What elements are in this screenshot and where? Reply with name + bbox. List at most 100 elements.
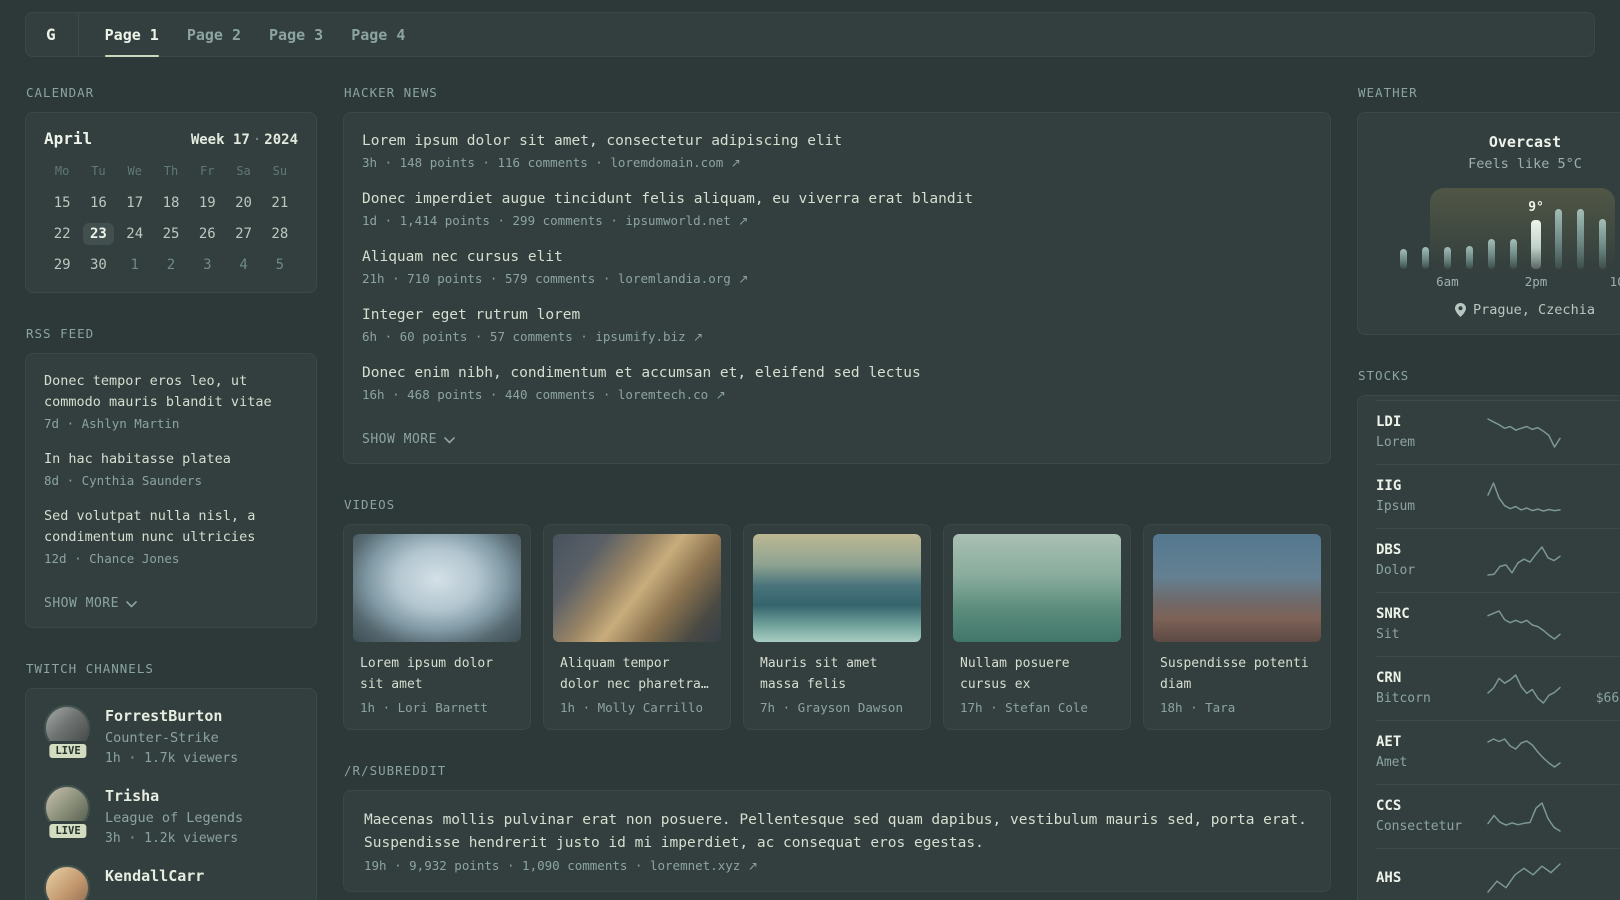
- weather-widget: Overcast Feels like 5°C 6am 9° 2pm 1 Pra…: [1357, 112, 1620, 335]
- hacker-news-list: Lorem ipsum dolor sit amet, consectetur …: [362, 130, 1312, 405]
- calendar-day: 2: [153, 249, 189, 280]
- hacker-news-item-stats: 1d · 1,414 points · 299 comments ·: [362, 213, 618, 228]
- hacker-news-item-domain[interactable]: loremdomain.com: [610, 155, 723, 170]
- hacker-news-show-more-button[interactable]: SHOW MORE: [362, 432, 455, 447]
- video-thumbnail[interactable]: [753, 534, 921, 642]
- rss-item-title[interactable]: Sed volutpat nulla nisl, a condimentum n…: [44, 506, 298, 548]
- hacker-news-item-title[interactable]: Integer eget rutrum lorem: [362, 304, 1312, 326]
- hacker-news-item-stats: 6h · 60 points · 57 comments ·: [362, 329, 588, 344]
- stock-name: Consectetur: [1376, 819, 1463, 834]
- calendar-day: 16: [80, 187, 116, 218]
- twitch-avatar-wrap[interactable]: LIVE: [44, 785, 92, 841]
- hacker-news-item: Lorem ipsum dolor sit amet, consectetur …: [362, 130, 1312, 173]
- external-link-icon: ↗: [747, 859, 758, 873]
- hacker-news-item-domain[interactable]: loremtech.co: [618, 387, 708, 402]
- twitch-avatar-wrap[interactable]: LIVE: [44, 865, 92, 900]
- calendar-day: 3: [189, 249, 225, 280]
- video-thumbnail[interactable]: [553, 534, 721, 642]
- calendar-day: 17: [117, 187, 153, 218]
- weather-hour-slot: [1460, 226, 1480, 290]
- calendar-year: 2024: [264, 132, 298, 148]
- weather-temp-bar: [1466, 246, 1474, 269]
- left-column: CALENDAR April Week 17 · 2024 Mo Tu We Th Fr Sa…: [25, 85, 317, 900]
- weather-time-label: 10pm: [1609, 274, 1620, 289]
- calendar-day-number: 1: [130, 256, 139, 273]
- stock-name: Ipsum: [1376, 499, 1416, 514]
- twitch-avatar-wrap[interactable]: LIVE: [44, 705, 92, 761]
- rss-item-title[interactable]: In hac habitasse platea: [44, 449, 298, 470]
- hacker-news-item-title[interactable]: Aliquam nec cursus elit: [362, 246, 1312, 268]
- stock-identity: LDI Lorem: [1376, 412, 1474, 453]
- rss-item-title[interactable]: Donec tempor eros leo, ut commodo mauris…: [44, 371, 298, 413]
- weather-hour-slot: 6am: [1436, 227, 1459, 290]
- video-meta: 17h · Stefan Cole: [960, 700, 1088, 715]
- hacker-news-item-title[interactable]: Donec enim nibh, condimentum et accumsan…: [362, 362, 1312, 384]
- calendar-header: CALENDAR: [26, 85, 95, 100]
- weather-feels-like: Feels like 5°C: [1468, 156, 1582, 172]
- calendar-day: 1: [117, 249, 153, 280]
- twitch-channel-name[interactable]: ForrestBurton: [105, 705, 238, 728]
- stock-symbol: AET: [1376, 734, 1402, 750]
- calendar-day: 24: [117, 218, 153, 249]
- videos-header: VIDEOS: [344, 497, 396, 512]
- rss-section: RSS FEED Donec tempor eros leo, ut commo…: [25, 326, 317, 628]
- rss-item-meta: 12d · Chance Jones: [44, 551, 180, 566]
- calendar-weekday: Sa: [236, 164, 251, 178]
- video-thumbnail[interactable]: [353, 534, 521, 642]
- stock-row: CRN Bitcorn -1.00% $66,171.48: [1376, 656, 1620, 720]
- external-link-icon: ↗: [738, 272, 749, 286]
- page-tab[interactable]: Page 4: [351, 13, 405, 56]
- stock-sparkline: [1474, 415, 1574, 451]
- stock-row: LDI Lorem +4.35% $795.18: [1376, 400, 1620, 464]
- live-badge: LIVE: [46, 821, 90, 841]
- stock-row: AET Amet +0.92% $499.72: [1376, 720, 1620, 784]
- video-title[interactable]: Mauris sit amet massa felis: [753, 653, 921, 695]
- hacker-news-widget: Lorem ipsum dolor sit amet, consectetur …: [343, 112, 1331, 464]
- hacker-news-item-stats: 3h · 148 points · 116 comments ·: [362, 155, 603, 170]
- stock-identity: CCS Consectetur: [1376, 796, 1474, 837]
- weather-temp-bar: [1531, 220, 1542, 269]
- hacker-news-item-domain[interactable]: loremlandia.org: [618, 271, 731, 286]
- calendar-day-number: 5: [275, 256, 285, 273]
- video-thumbnail[interactable]: [1153, 534, 1321, 642]
- video-thumbnail[interactable]: [953, 534, 1121, 642]
- reddit-post-title[interactable]: Maecenas mollis pulvinar erat non posuer…: [364, 809, 1310, 855]
- subreddit-widget: Maecenas mollis pulvinar erat non posuer…: [343, 790, 1331, 892]
- video-title[interactable]: Nullam posuere cursus ex: [953, 653, 1121, 695]
- app-logo[interactable]: G: [46, 13, 79, 56]
- twitch-channel-name[interactable]: KendallCarr: [105, 865, 204, 888]
- hacker-news-item-stats: 16h · 468 points · 440 comments ·: [362, 387, 611, 402]
- calendar-week: Week 17: [190, 132, 250, 148]
- video-title[interactable]: Lorem ipsum dolor sit amet consectetu…: [353, 653, 521, 695]
- stock-symbol: IIG: [1376, 478, 1402, 494]
- video-title[interactable]: Aliquam tempor dolor nec pharetra…: [553, 653, 721, 695]
- hacker-news-item-title[interactable]: Lorem ipsum dolor sit amet, consectetur …: [362, 130, 1312, 152]
- twitch-channel-name[interactable]: Trisha: [105, 785, 243, 808]
- calendar-day-number: 29: [53, 256, 71, 273]
- calendar-day: 30: [80, 249, 116, 280]
- page-tab[interactable]: Page 2: [187, 13, 241, 56]
- reddit-post-domain[interactable]: loremnet.xyz: [650, 858, 740, 873]
- hacker-news-item-domain[interactable]: ipsumify.biz: [595, 329, 685, 344]
- page-tabs: Page 1 Page 2 Page 3 Page 4: [104, 13, 405, 57]
- top-nav: G Page 1 Page 2 Page 3 Page 4: [25, 12, 1595, 57]
- stock-name: Bitcorn: [1376, 691, 1431, 706]
- calendar-week-year: Week 17 · 2024: [191, 132, 298, 148]
- rss-show-more-button[interactable]: SHOW MORE: [44, 596, 137, 611]
- page-tab[interactable]: Page 3: [269, 13, 323, 56]
- hacker-news-item-domain[interactable]: ipsumworld.net: [625, 213, 730, 228]
- external-link-icon: ↗: [715, 388, 726, 402]
- weather-hour-slot: [1570, 189, 1590, 290]
- hacker-news-item-title[interactable]: Donec imperdiet augue tincidunt felis al…: [362, 188, 1312, 210]
- page-tab[interactable]: Page 1: [104, 13, 160, 57]
- stock-values: -1.00% $66,171.48: [1574, 668, 1620, 709]
- calendar-weekday: Mo: [54, 164, 70, 178]
- calendar-day-number: 17: [126, 194, 144, 211]
- twitch-channel-row: LIVE ForrestBurton Counter-Strike 1h · 1…: [44, 705, 298, 769]
- hacker-news-item-meta: 6h · 60 points · 57 comments · ipsumify.…: [362, 327, 1312, 347]
- dashboard-grid: CALENDAR April Week 17 · 2024 Mo Tu We Th Fr Sa…: [25, 85, 1620, 900]
- rss-item-meta: 8d · Cynthia Saunders: [44, 473, 203, 488]
- calendar-widget: April Week 17 · 2024 Mo Tu We Th Fr Sa Su 15: [25, 112, 317, 293]
- video-meta: 7h · Grayson Dawson: [760, 700, 903, 715]
- video-title[interactable]: Suspendisse potenti diam: [1153, 653, 1321, 695]
